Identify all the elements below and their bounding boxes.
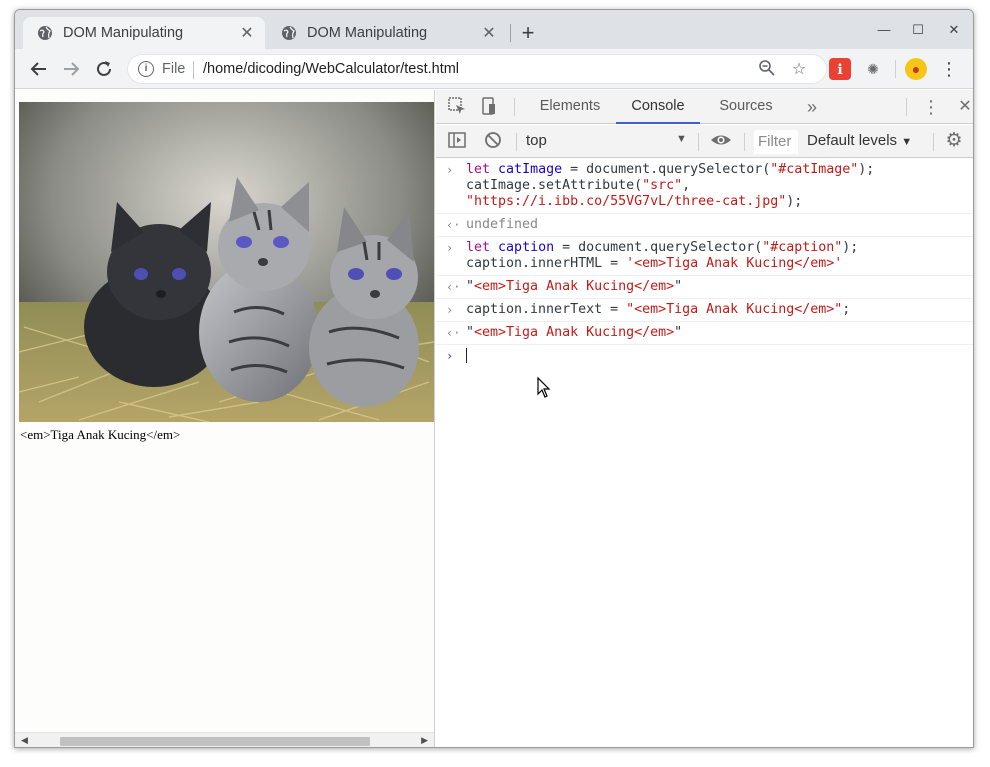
reload-icon[interactable] [92, 57, 116, 81]
log-levels-dropdown[interactable]: Default levels ▼ [807, 132, 912, 149]
mouse-pointer-icon [537, 377, 551, 398]
arrow-right-icon[interactable] [59, 57, 83, 81]
zoom-icon[interactable] [756, 59, 778, 81]
close-tab-icon[interactable]: ✕ [239, 23, 255, 43]
devtools-separator [933, 133, 934, 151]
browser-window: DOM Manipulating ✕ DOM Manipulating ✕ + … [14, 9, 974, 748]
address-bar[interactable]: i File /home/dicoding/WebCalculator/test… [127, 54, 827, 84]
close-devtools-icon[interactable]: ✕ [954, 96, 973, 118]
input-chevron-icon: › [446, 163, 454, 177]
devtools-separator [514, 98, 515, 116]
log-levels-label: Default levels [807, 132, 898, 149]
profile-avatar-icon[interactable]: ● [905, 58, 927, 80]
console-result-entry: ‹· "<em>Tiga Anak Kucing</em>" [436, 276, 973, 299]
tab-dom-manipulating-1[interactable]: DOM Manipulating ✕ [23, 17, 265, 49]
device-toolbar-icon[interactable] [478, 96, 500, 118]
devtools-panel: Elements Console Sources » ⋮ ✕ top ▼ Fil… [436, 90, 973, 747]
more-tabs-chevron-icon[interactable]: » [801, 96, 823, 118]
tab-console[interactable]: Console [616, 90, 700, 124]
chevron-down-icon[interactable]: ▼ [676, 133, 687, 145]
file-label: File [162, 61, 186, 77]
star-icon[interactable]: ☆ [788, 59, 810, 81]
scrollbar-thumb[interactable] [60, 737, 370, 746]
caption-text: <em>Tiga Anak Kucing</em> [20, 427, 181, 442]
input-chevron-icon: › [446, 303, 454, 317]
console-output[interactable]: › let catImage = document.querySelector("… [436, 159, 973, 747]
result-arrow-icon: ‹· [446, 218, 461, 232]
tab-elements[interactable]: Elements [530, 90, 610, 124]
bug-extension-icon[interactable]: ✺ [862, 58, 884, 80]
console-prompt[interactable]: › [436, 345, 973, 368]
text-caret [466, 348, 467, 363]
console-result-entry: ‹· "<em>Tiga Anak Kucing</em>" [436, 322, 973, 345]
toolbar-separator [895, 60, 896, 78]
browser-toolbar: i File /home/dicoding/WebCalculator/test… [15, 49, 973, 89]
tab-dom-manipulating-2[interactable]: DOM Manipulating ✕ [267, 17, 507, 49]
extension-red-icon[interactable]: ℹ [829, 58, 851, 80]
tab-title: DOM Manipulating [307, 25, 428, 41]
url-text[interactable]: /home/dicoding/WebCalculator/test.html [203, 61, 459, 77]
gear-icon[interactable]: ⚙ [943, 130, 965, 152]
close-tab-icon[interactable]: ✕ [481, 23, 497, 43]
globe-icon [282, 26, 296, 40]
chevron-down-icon: ▼ [901, 136, 913, 148]
console-result-entry: ‹· undefined [436, 214, 973, 237]
cat-image [19, 102, 434, 422]
minimize-button[interactable]: — [869, 18, 899, 42]
tab-title: DOM Manipulating [63, 25, 184, 41]
context-selector[interactable]: top [526, 132, 547, 149]
kebab-menu-icon[interactable]: ⋮ [920, 96, 942, 118]
sidebar-toggle-icon[interactable] [446, 130, 468, 152]
eye-icon[interactable] [710, 130, 732, 152]
arrow-left-icon[interactable] [27, 57, 51, 81]
globe-icon [38, 26, 52, 40]
devtools-separator [516, 133, 517, 151]
console-toolbar: top ▼ Filter Default levels ▼ ⚙ [436, 125, 973, 158]
console-input-entry[interactable]: › let catImage = document.querySelector("… [436, 159, 973, 214]
scroll-right-icon[interactable]: ▶ [421, 735, 428, 746]
clear-console-icon[interactable] [482, 130, 504, 152]
result-arrow-icon: ‹· [446, 280, 461, 294]
devtools-separator [698, 133, 699, 151]
page-viewport: <em>Tiga Anak Kucing</em> ◀ ▶ [15, 90, 435, 747]
result-arrow-icon: ‹· [446, 326, 461, 340]
console-input-entry[interactable]: › let caption = document.querySelector("#… [436, 237, 973, 276]
prompt-chevron-icon: › [446, 349, 454, 363]
devtools-separator [744, 133, 745, 151]
input-chevron-icon: › [446, 241, 454, 255]
new-tab-button[interactable]: + [517, 22, 539, 44]
horizontal-scrollbar[interactable]: ◀ ▶ [15, 732, 434, 747]
close-window-button[interactable]: ✕ [939, 18, 969, 42]
devtools-tab-bar: Elements Console Sources » ⋮ ✕ [436, 90, 973, 124]
address-separator [193, 61, 194, 79]
devtools-separator [906, 98, 907, 116]
filter-input[interactable]: Filter [754, 130, 798, 154]
console-input-entry[interactable]: › caption.innerText = "<em>Tiga Anak Kuci… [436, 299, 973, 322]
tab-strip: DOM Manipulating ✕ DOM Manipulating ✕ + … [15, 10, 973, 49]
scroll-left-icon[interactable]: ◀ [21, 735, 28, 746]
maximize-button[interactable]: ☐ [903, 18, 933, 42]
tab-separator [510, 24, 511, 42]
tab-sources[interactable]: Sources [706, 90, 786, 124]
inspect-element-icon[interactable] [446, 96, 468, 118]
kebab-menu-icon[interactable]: ⋮ [937, 57, 961, 81]
info-icon[interactable]: i [138, 61, 154, 77]
